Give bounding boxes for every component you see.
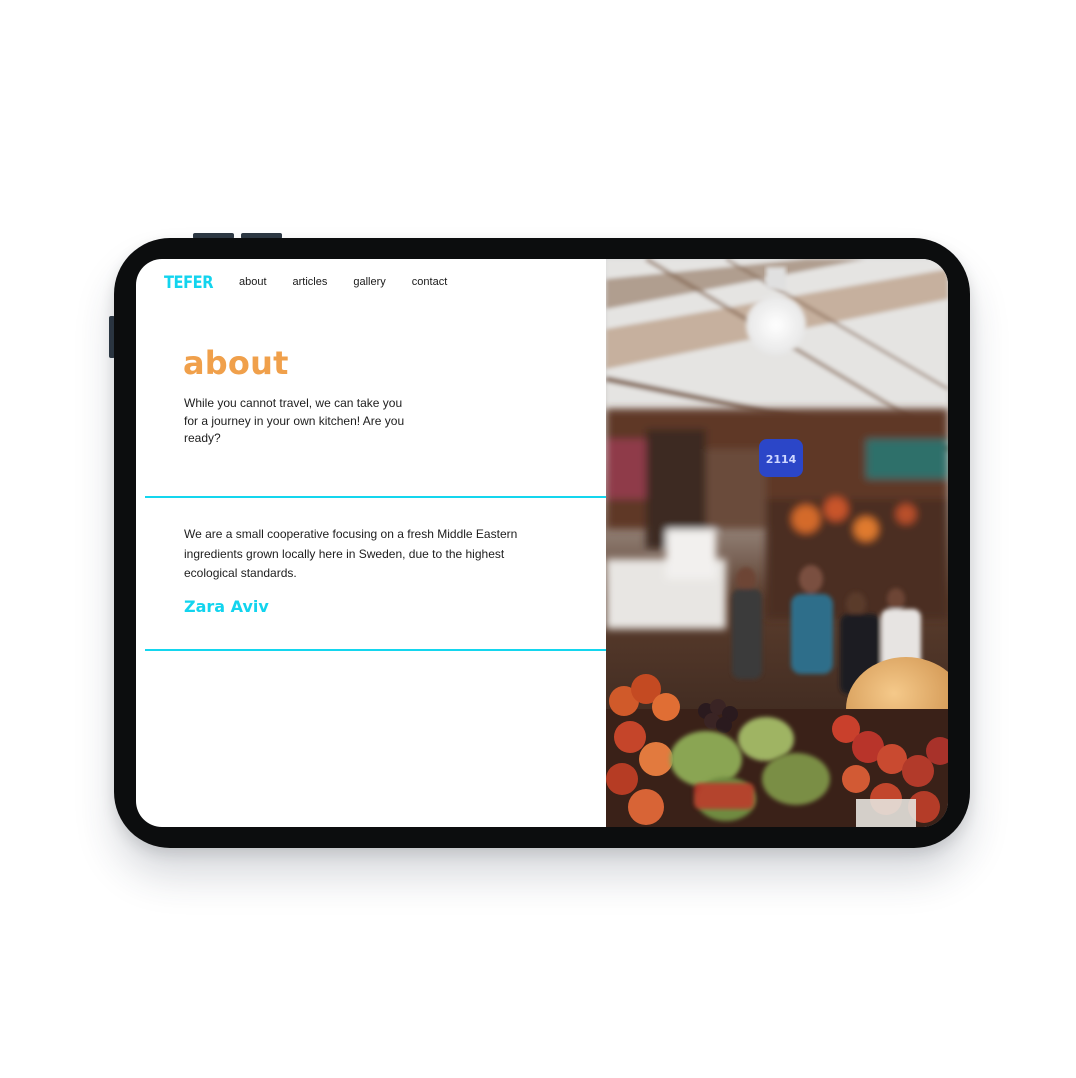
site-logo[interactable]: TEFER: [164, 273, 213, 293]
divider-bottom: [145, 649, 606, 651]
mockup-stage: TEFER about articles gallery contact abo…: [0, 0, 1076, 1078]
nav-gallery-link[interactable]: gallery: [353, 276, 385, 288]
nav-contact-link[interactable]: contact: [412, 276, 447, 288]
author-name: Zara Aviv: [184, 597, 269, 616]
tablet-screen: TEFER about articles gallery contact abo…: [136, 259, 948, 827]
cooperative-description: We are a small cooperative focusing on a…: [184, 527, 518, 580]
market-photo: 2114: [606, 259, 948, 827]
about-intro-text: While you cannot travel, we can take you…: [184, 396, 405, 445]
about-heading: about: [183, 344, 289, 382]
nav-articles-link[interactable]: articles: [293, 276, 328, 288]
divider-top: [145, 496, 606, 498]
nav-about-link[interactable]: about: [239, 276, 267, 288]
stall-sign-text: 2114: [766, 453, 797, 466]
main-nav: about articles gallery contact: [239, 276, 473, 288]
